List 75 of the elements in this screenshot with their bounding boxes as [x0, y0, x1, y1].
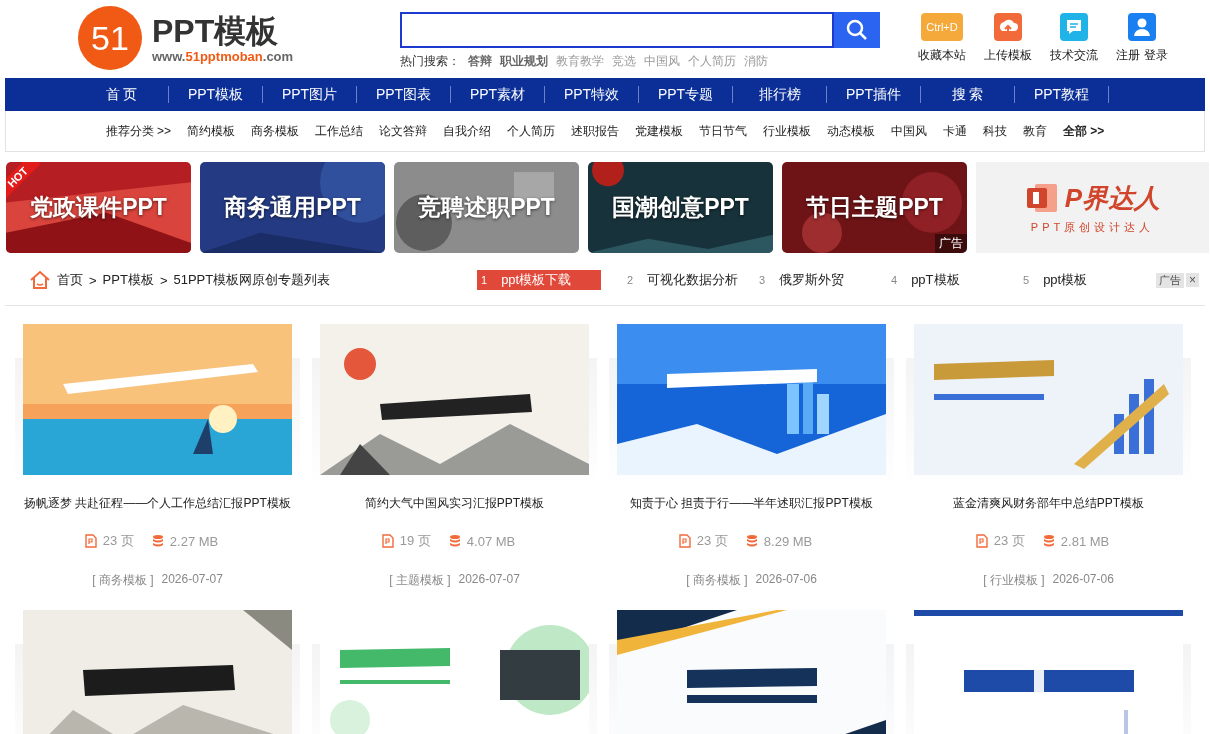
- template-title[interactable]: 知责于心 担责于行——半年述职汇报PPT模板: [630, 495, 873, 512]
- category-link[interactable]: 论文答辩: [379, 122, 427, 140]
- nav-link[interactable]: PPT图片: [263, 86, 357, 103]
- category-link[interactable]: 动态模板: [827, 122, 875, 140]
- breadcrumb-link[interactable]: PPT模板: [102, 271, 154, 289]
- nav-link[interactable]: PPT素材: [451, 86, 545, 103]
- action-link[interactable]: 上传模板: [984, 47, 1032, 64]
- nav-link[interactable]: 排行榜: [733, 86, 827, 103]
- category-link[interactable]: 简约模板: [187, 122, 235, 140]
- hot-search-label: 热门搜索：: [400, 53, 460, 70]
- hot-search-link[interactable]: 答辩: [468, 53, 492, 70]
- page-count: 19 页: [399, 532, 431, 550]
- breadcrumb-separator: >: [89, 272, 97, 288]
- brand-logo-text: P界达人: [1064, 181, 1161, 215]
- template-title[interactable]: 扬帆逐梦 共赴征程——个人工作总结汇报PPT模板: [24, 495, 291, 512]
- nav-link[interactable]: PPT特效: [545, 86, 639, 103]
- category-link[interactable]: 中国风: [891, 122, 927, 140]
- publish-date: 2026-07-06: [1052, 572, 1114, 588]
- template-title[interactable]: 简约大气中国风实习汇报PPT模板: [364, 495, 545, 512]
- nav-link[interactable]: 首 页: [75, 86, 169, 103]
- category-link[interactable]: [ 行业模板 ]: [983, 572, 1045, 589]
- category-link[interactable]: [ 主题模板 ]: [389, 572, 451, 589]
- banner-title[interactable]: 节日主题PPT: [782, 192, 967, 223]
- category-link[interactable]: 党建模板: [635, 122, 683, 140]
- account-link[interactable]: 注册: [1116, 47, 1140, 64]
- action-link[interactable]: 技术交流: [1050, 47, 1098, 64]
- trending-link[interactable]: 4 ppT模板: [887, 270, 1019, 290]
- nav-link[interactable]: PPT插件: [827, 86, 921, 103]
- category-link[interactable]: 教育: [1023, 122, 1047, 140]
- template-title[interactable]: 蓝金清爽风财务部年中总结PPT模板: [952, 495, 1145, 512]
- trending-link[interactable]: 5 ppt模板: [1019, 270, 1151, 290]
- category-link[interactable]: 行业模板: [763, 122, 811, 140]
- close-button[interactable]: ×: [1186, 273, 1199, 287]
- category-link[interactable]: [ 商务模板 ]: [92, 572, 154, 589]
- trending-link[interactable]: 2 可视化数据分析: [623, 270, 755, 290]
- publish-date: 2026-07-07: [161, 572, 223, 588]
- publish-date: 2026-07-07: [458, 572, 520, 588]
- breadcrumb-link[interactable]: 51PPT模板网原创专题列表: [173, 271, 331, 289]
- all-categories-link[interactable]: 全部 >>: [1063, 122, 1105, 140]
- page-count: 23 页: [102, 532, 134, 550]
- page-count: 23 页: [993, 532, 1025, 550]
- category-link[interactable]: 卡通: [943, 122, 967, 140]
- site-title: PPT模板: [152, 12, 280, 49]
- nav-link[interactable]: PPT模板: [169, 86, 263, 103]
- brand-slogan: PPT原创设计达人: [1030, 219, 1155, 235]
- nav-link[interactable]: PPT专题: [639, 86, 733, 103]
- site-url: www.51pptmoban.com: [152, 48, 294, 64]
- category-link[interactable]: 科技: [983, 122, 1007, 140]
- ad-label: 广告: [1156, 272, 1184, 288]
- file-size: 8.29 MB: [763, 533, 813, 549]
- category-link[interactable]: 节日节气: [699, 122, 747, 140]
- breadcrumb-separator: >: [159, 272, 168, 288]
- ad-banner[interactable]: P界达人 PPT原创设计达人: [976, 162, 1209, 253]
- nav-link[interactable]: PPT图表: [357, 86, 451, 103]
- trending-link[interactable]: 1 ppt模板下载: [477, 270, 601, 290]
- page-count: 23 页: [696, 532, 728, 550]
- breadcrumb-link[interactable]: 首页: [57, 271, 83, 289]
- account-link[interactable]: 登录: [1144, 47, 1168, 64]
- category-link[interactable]: 个人简历: [507, 122, 555, 140]
- file-size: 2.27 MB: [169, 533, 219, 549]
- category-link[interactable]: 述职报告: [571, 122, 619, 140]
- category-link[interactable]: 商务模板: [251, 122, 299, 140]
- hot-search-link[interactable]: 职业规划: [500, 53, 548, 70]
- publish-date: 2026-07-06: [755, 572, 817, 588]
- nav-link[interactable]: 搜 索: [921, 86, 1015, 103]
- ad-label: 广告: [935, 234, 967, 253]
- category-link[interactable]: [ 商务模板 ]: [686, 572, 748, 589]
- category-link[interactable]: 工作总结: [315, 122, 363, 140]
- file-size: 2.81 MB: [1060, 533, 1110, 549]
- file-size: 4.07 MB: [466, 533, 516, 549]
- nav-link[interactable]: PPT教程: [1015, 86, 1109, 103]
- category-link[interactable]: 自我介绍: [443, 122, 491, 140]
- action-link[interactable]: 收藏本站: [918, 47, 966, 64]
- trending-link[interactable]: 3 俄罗斯外贸: [755, 270, 887, 290]
- category-heading: 推荐分类 >>: [105, 122, 171, 140]
